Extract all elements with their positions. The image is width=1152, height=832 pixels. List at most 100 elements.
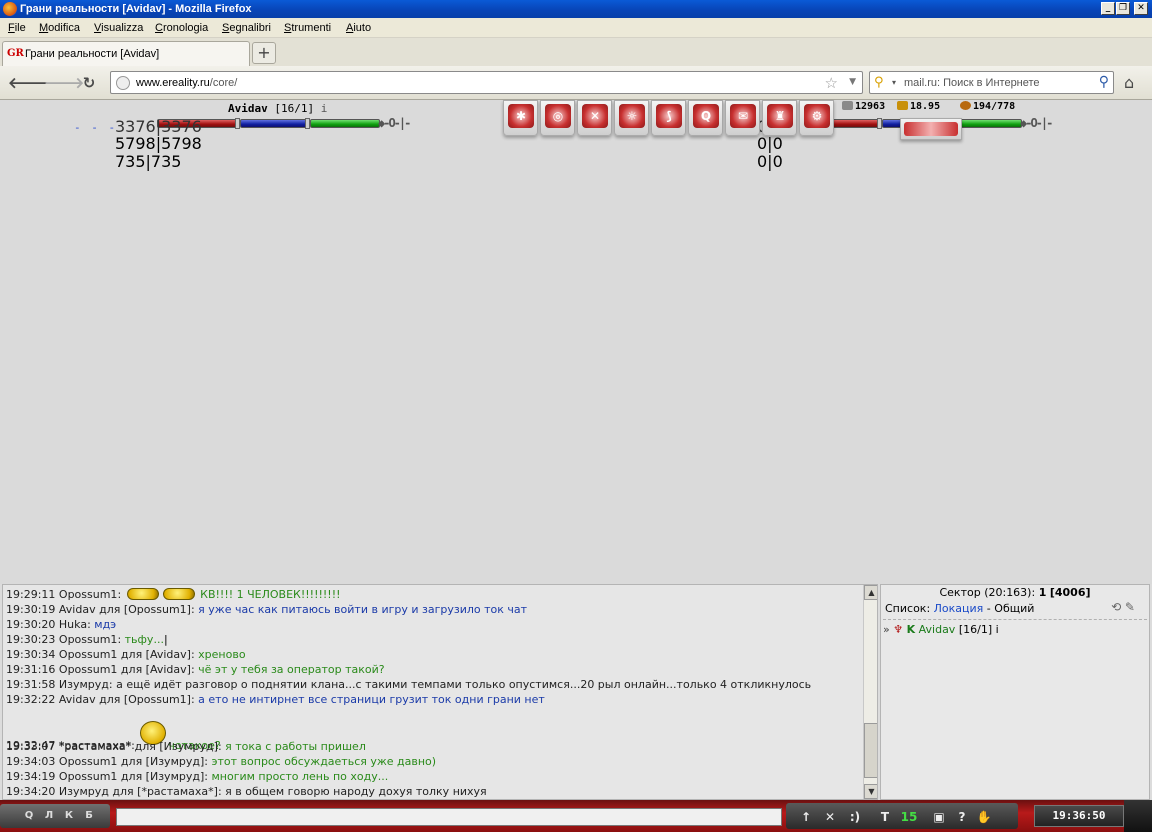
chat-author[interactable]: Opossum1 [59,633,118,646]
chat-time: 19:34:19 [6,770,56,783]
list-location-link[interactable]: Локация [934,602,984,615]
chat-author[interactable]: Opossum1 [59,588,118,601]
chat-author[interactable]: *растамаха* [59,740,131,753]
search-go-icon[interactable]: ⚲ [1099,74,1109,90]
chat-recipient[interactable]: Avidav [150,648,187,661]
search-engine-dropdown-icon[interactable]: ▾ [892,78,896,87]
close-button[interactable]: ✕ [1134,2,1148,15]
list-item[interactable]: » ♆ K Avidav [16/1] i [883,623,999,636]
target-action-button[interactable]: ◎ [540,100,575,136]
chat-recipient[interactable]: Изумруд [150,755,200,768]
search-input[interactable]: mail.ru: Поиск в Интернете [904,77,1040,89]
chat-input[interactable] [116,808,782,826]
maximize-button[interactable]: ❐ [1116,2,1130,15]
site-identity-icon[interactable] [116,76,130,90]
flashlight-smiley-icon [162,588,195,600]
gold-icon [897,101,908,110]
bookmark-star-icon[interactable]: ☆ [825,74,838,92]
menu-segnalibri[interactable]: Segnalibri [222,22,271,34]
chat-author[interactable]: Huka [59,618,87,631]
arena-action-button[interactable]: ♜ [762,100,797,136]
chat-recipient[interactable]: Изумруд [150,770,200,783]
list-general-link[interactable]: Общий [994,602,1034,615]
sector-total: [4006] [1049,586,1091,599]
player-info-icon[interactable]: i [321,102,328,115]
chat-author[interactable]: Opossum1 [59,755,118,768]
chat-line[interactable]: 19:30:19 Avidav для [Opossum1]: я уже ча… [6,603,527,616]
settings-action-button[interactable]: ⚙ [799,100,834,136]
chat-recipient[interactable]: Avidav [150,663,187,676]
chat-author[interactable]: Avidav [59,603,96,616]
search-engine-icon[interactable]: ⚲ [874,75,884,90]
chat-line[interactable]: 19:33:07 *растамаха* для [Изумруд]: я то… [6,740,366,753]
screenshot-icon[interactable]: ▣ [930,810,948,824]
menu-aiuto[interactable]: Aiuto [346,22,371,34]
clan-banner-button[interactable] [900,118,962,140]
chat-panel[interactable]: 19:29:11 Opossum1: КВ!!!! 1 ЧЕЛОВЕК!!!!!… [2,584,878,800]
chat-scrollbar[interactable]: ▲ ▼ [863,585,877,799]
menu-modifica[interactable]: Modifica [39,22,80,34]
chat-recipient[interactable]: Opossum1 [128,693,187,706]
player-name[interactable]: Avidav [16/1] i [228,102,327,115]
minimize-button[interactable]: _ [1101,2,1115,15]
expand-icon[interactable]: » [883,623,890,636]
chat-author[interactable]: Opossum1 [59,648,118,661]
send-up-icon[interactable]: ↑ [798,810,814,824]
chat-line[interactable]: 19:34:03 Opossum1 для [Изумруд]: этот во… [6,755,436,768]
chat-line[interactable]: 19:30:20 Huka: мдэ [6,618,116,631]
scroll-down-icon[interactable]: ▼ [864,784,877,799]
chat-author[interactable]: Avidav [59,693,96,706]
chat-line[interactable]: 19:30:23 Opossum1: тьфу...| [6,633,168,646]
chat-author[interactable]: Изумруд [59,678,109,691]
new-tab-button[interactable]: + [252,42,276,64]
reload-button[interactable]: ↻ [79,74,99,92]
chat-recipient[interactable]: Opossum1 [128,603,187,616]
group-action-button[interactable]: ☼ [614,100,649,136]
resource-gold-value: 18.95 [910,101,941,112]
tab-game[interactable]: GR Грани реальности [Avidav] [2,41,250,66]
chat-line[interactable]: 19:31:58 Изумруд: а ещё идёт разговор о … [6,678,811,691]
home-button[interactable]: ⌂ [1124,73,1144,92]
url-dropdown-icon[interactable]: ▼ [849,77,856,87]
help-icon[interactable]: ? [955,810,969,824]
channel-private-button[interactable]: Л [40,810,58,824]
attack-action-button[interactable]: ✱ [503,100,538,136]
chat-line[interactable]: 19:34:20 Изумруд для [*растамаха*]: я в … [6,785,487,798]
chat-recipient[interactable]: *растамаха* [141,785,213,798]
chat-line[interactable]: 19:34:19 Opossum1 для [Изумруд]: многим … [6,770,388,783]
scroll-up-icon[interactable]: ▲ [864,585,877,600]
resource-gold: 18.95 [897,101,940,112]
channel-clan-button[interactable]: К [60,810,78,824]
smiley-button[interactable]: :) [846,810,864,824]
forward-button[interactable]: 🡒 [44,74,84,92]
chat-line[interactable]: 19:29:11 Opossum1: КВ!!!! 1 ЧЕЛОВЕК!!!!!… [6,588,341,601]
channel-battle-button[interactable]: Б [80,810,98,824]
back-button[interactable]: 🡐 [8,74,48,92]
quest-action-button[interactable]: Q [688,100,723,136]
chat-author[interactable]: Изумруд [59,785,109,798]
menu-file[interactable]: File [8,22,26,34]
member-info-icon[interactable]: i [996,623,999,636]
hand-icon[interactable]: ✋ [975,810,993,824]
menu-strumenti[interactable]: Strumenti [284,22,331,34]
chat-recipient[interactable]: Изумруд [164,740,214,753]
scroll-thumb[interactable] [864,723,877,778]
chat-line[interactable]: 19:31:16 Opossum1 для [Avidav]: чё эт у … [6,663,385,676]
menu-cronologia[interactable]: Cronologia [155,22,208,34]
cross-action-button[interactable]: ✕ [577,100,612,136]
member-name[interactable]: Avidav [919,623,956,636]
chat-author[interactable]: Opossum1 [59,663,118,676]
search-bar[interactable]: ⚲ ▾ mail.ru: Поиск в Интернете ⚲ [869,71,1114,94]
translit-button[interactable]: T [878,810,892,824]
chat-line[interactable]: 19:30:34 Opossum1 для [Avidav]: хреново [6,648,246,661]
list-tools-icons[interactable]: ⟲ ✎ [1111,600,1135,614]
channel-search-button[interactable]: Q [20,810,38,824]
claw-action-button[interactable]: ⟆ [651,100,686,136]
mail-action-button[interactable]: ✉ [725,100,760,136]
coin-icon [842,101,853,110]
chat-author[interactable]: Opossum1 [59,770,118,783]
clear-icon[interactable]: ✕ [822,810,838,824]
menu-visualizza[interactable]: Visualizza [94,22,143,34]
chat-line[interactable]: 19:32:22 Avidav для [Opossum1]: а ето не… [6,693,545,706]
url-bar[interactable]: www.ereality.ru/core/ ☆ ▼ [110,71,863,94]
